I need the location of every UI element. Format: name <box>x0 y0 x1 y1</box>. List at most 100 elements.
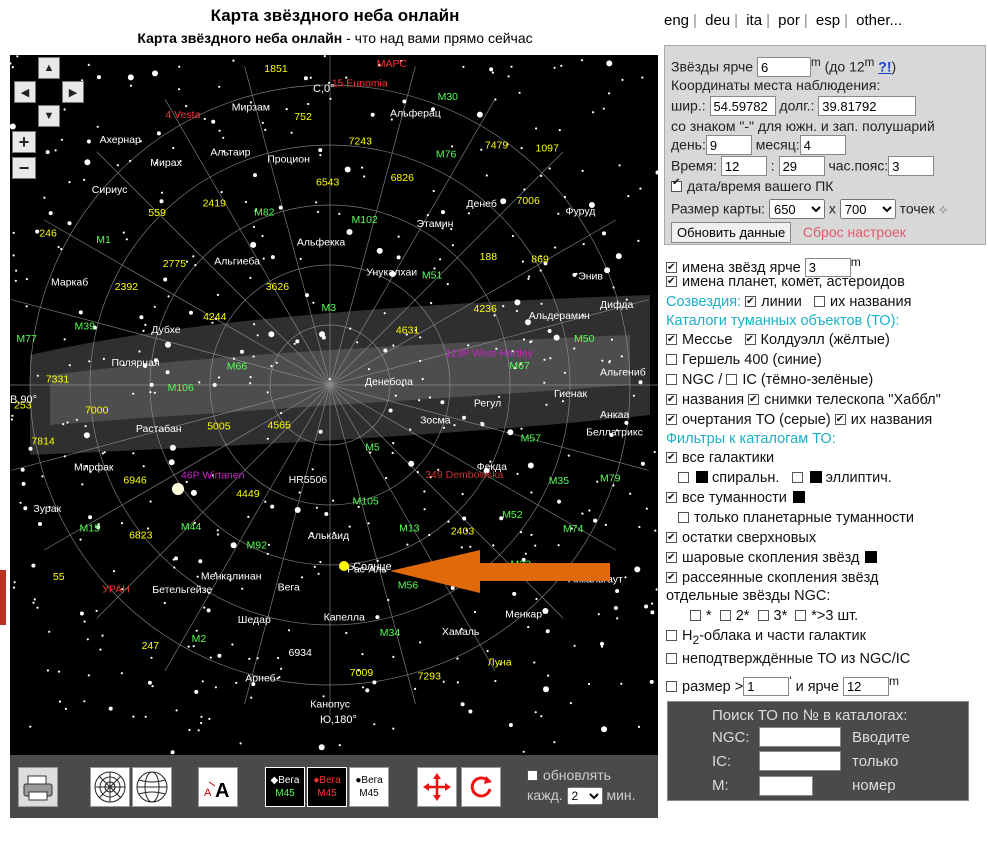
sky-object-label: Гиенак <box>554 388 587 400</box>
caldwell-checkbox[interactable] <box>744 330 756 350</box>
ic-search-input[interactable] <box>759 751 841 771</box>
hour-input[interactable] <box>720 156 767 176</box>
open-clusters-checkbox[interactable] <box>666 568 677 588</box>
star-dot <box>316 210 320 213</box>
supernova-checkbox[interactable] <box>666 528 677 548</box>
help-link[interactable]: ?! <box>878 59 891 75</box>
star-dot <box>262 257 265 260</box>
star-dot <box>319 560 322 564</box>
sun-label: Солнце <box>353 561 392 573</box>
spiral-checkbox[interactable] <box>678 472 689 483</box>
update-button[interactable]: Обновить данные <box>671 222 792 243</box>
print-icon[interactable] <box>18 767 58 807</box>
planetary-checkbox[interactable] <box>678 512 689 523</box>
label-style-3-button[interactable]: ●Вега M45 <box>349 767 389 807</box>
timezone-input[interactable] <box>888 156 935 176</box>
size-input[interactable] <box>743 676 790 696</box>
m-search-input[interactable] <box>759 776 813 796</box>
sky-map-canvas[interactable]: Денебола 4565 M3 M5 M66 4631 HR5506 3626 Зосма 50… <box>10 55 658 755</box>
sky-object-label: M67 <box>509 360 530 372</box>
lang-other-link[interactable]: other... <box>856 12 902 29</box>
pan-up-button[interactable]: ▲ <box>38 57 60 79</box>
star-dot <box>84 159 91 166</box>
elliptic-checkbox[interactable] <box>791 472 803 483</box>
star-dot <box>372 680 377 685</box>
refresh-interval-select[interactable]: 2 <box>566 787 603 805</box>
left-edge-decoration <box>0 570 6 625</box>
star-dot <box>63 338 66 341</box>
size-filter-checkbox[interactable] <box>666 680 677 692</box>
const-names-checkbox[interactable] <box>813 296 825 307</box>
star-dot <box>419 336 422 339</box>
h2-clouds-checkbox[interactable] <box>666 630 677 641</box>
messier-checkbox[interactable] <box>666 330 677 350</box>
star-dot <box>125 238 128 241</box>
star-dot <box>387 598 390 602</box>
star-dot <box>83 432 90 439</box>
longitude-input[interactable] <box>818 96 917 116</box>
sky-object-label: 7000 <box>85 405 109 417</box>
pan-left-button[interactable]: ◀ <box>14 81 36 103</box>
ngc-checkbox[interactable] <box>666 374 677 385</box>
reset-link[interactable]: Сброс настроек <box>803 224 906 240</box>
lang-ita-link[interactable]: ita <box>746 12 762 29</box>
lang-esp-link[interactable]: esp <box>816 12 840 29</box>
lang-deu-link[interactable]: deu <box>705 12 730 29</box>
star-dot <box>46 669 50 672</box>
sky-map[interactable]: Денебола 4565 M3 M5 M66 4631 HR5506 3626 Зосма 50… <box>10 55 658 755</box>
star-dot <box>600 641 604 646</box>
globe-grid-icon[interactable] <box>132 767 172 807</box>
font-size-icon[interactable]: AA <box>198 767 238 807</box>
latitude-input[interactable] <box>709 96 776 116</box>
star-dot <box>41 475 44 478</box>
auto-refresh-checkbox[interactable] <box>527 770 538 781</box>
zoom-in-button[interactable]: + <box>12 131 36 153</box>
planet-names-checkbox[interactable] <box>666 272 677 292</box>
polar-grid-icon[interactable] <box>90 767 130 807</box>
all-nebulae-checkbox[interactable] <box>666 488 677 508</box>
lang-eng-link[interactable]: eng <box>664 12 689 29</box>
sky-object-label: M35 <box>549 475 570 487</box>
lang-por-link[interactable]: por <box>778 12 800 29</box>
map-height-select[interactable]: 700 <box>839 199 896 219</box>
star-dot <box>397 235 400 238</box>
outline-names-checkbox[interactable] <box>834 410 846 430</box>
ngc-star4-checkbox[interactable] <box>795 610 807 621</box>
star-dot <box>329 97 332 100</box>
herschel-checkbox[interactable] <box>666 354 677 365</box>
minute-input[interactable] <box>778 156 825 176</box>
star-dot <box>507 75 510 78</box>
star-dot <box>649 679 654 684</box>
globular-checkbox[interactable] <box>666 548 677 568</box>
brightness-input[interactable] <box>842 676 889 696</box>
hubble-checkbox[interactable] <box>748 390 760 410</box>
day-input[interactable] <box>705 135 752 155</box>
ngc-search-input[interactable] <box>759 727 841 747</box>
star-dot <box>406 543 409 546</box>
all-galaxies-checkbox[interactable] <box>666 448 677 468</box>
stars-brighter-input[interactable] <box>756 57 811 78</box>
label-style-2-button[interactable]: ●Вега M45 <box>307 767 347 807</box>
map-width-select[interactable]: 650 <box>768 199 825 219</box>
outlines-checkbox[interactable] <box>666 410 677 430</box>
ngc-star3-checkbox[interactable] <box>757 610 769 621</box>
ngc-star1-checkbox[interactable] <box>690 610 701 621</box>
pan-right-button[interactable]: ▶ <box>62 81 84 103</box>
search-title: Поиск ТО по № в каталогах: <box>712 707 908 724</box>
sky-object-label: Дифда <box>600 299 634 311</box>
move-icon[interactable] <box>417 767 457 807</box>
reset-rotate-icon[interactable] <box>461 767 501 807</box>
pan-down-button[interactable]: ▼ <box>38 105 60 127</box>
ngc-star2-checkbox[interactable] <box>719 610 731 621</box>
pc-time-checkbox[interactable] <box>671 177 682 192</box>
zoom-out-button[interactable]: − <box>12 157 36 179</box>
const-lines-checkbox[interactable] <box>745 292 757 312</box>
month-input[interactable] <box>799 135 846 155</box>
sky-object-label: Денеб <box>466 198 497 210</box>
unconfirmed-checkbox[interactable] <box>666 653 677 664</box>
ic-checkbox[interactable] <box>726 374 738 385</box>
star-dot <box>216 293 220 296</box>
star-dot <box>216 529 219 532</box>
label-style-1-button[interactable]: ◆Вега M45 <box>265 767 305 807</box>
names-checkbox[interactable] <box>666 390 677 410</box>
